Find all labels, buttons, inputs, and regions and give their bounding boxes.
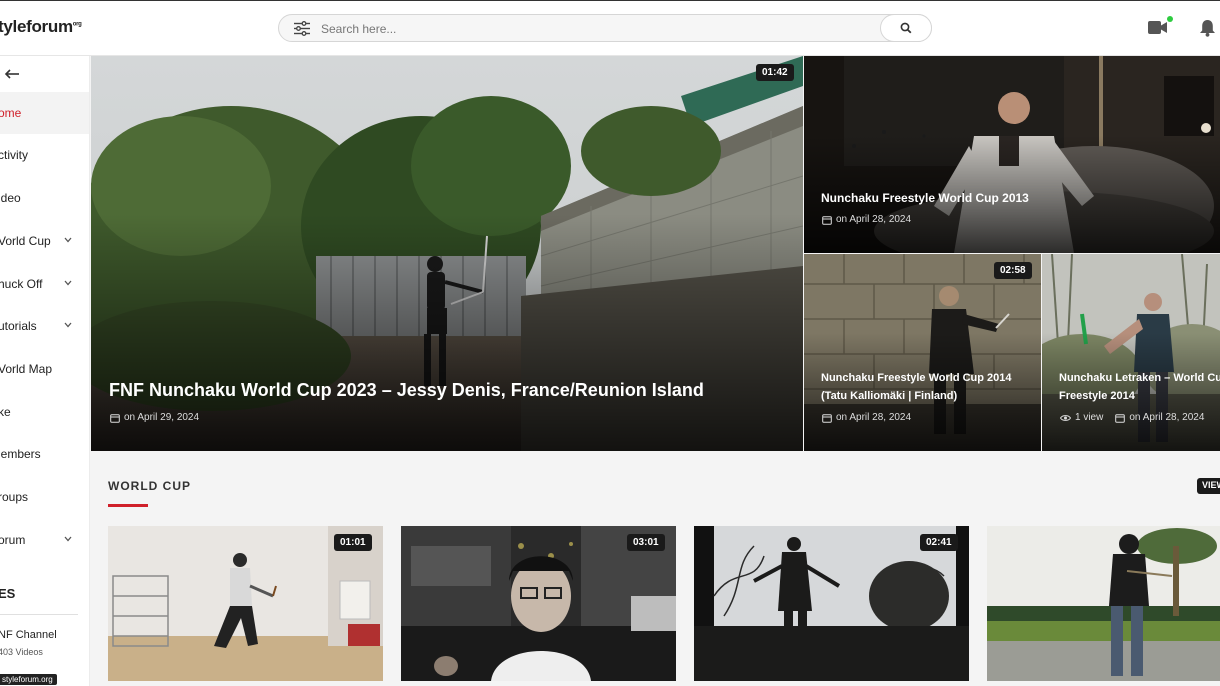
- sidebar-item-label: ideo: [0, 191, 21, 205]
- sidebar-item-forum[interactable]: orum: [0, 519, 89, 561]
- sidebar-item-activity[interactable]: ctivity: [0, 134, 89, 176]
- section-heading: WORLD CUP: [108, 479, 191, 493]
- duration-badge: 03:01: [627, 534, 665, 551]
- duration-badge: 02:41: [920, 534, 958, 551]
- calendar-icon: [110, 413, 120, 423]
- sidebar: ome ctivity ideo Vorld Cup huck Off utor…: [0, 56, 90, 686]
- search-bar: [278, 14, 932, 42]
- chevron-down-icon: [64, 322, 72, 328]
- video-date: on April 29, 2024: [124, 412, 200, 423]
- video-camera-icon: [1148, 21, 1167, 34]
- video-title[interactable]: Nunchaku Freestyle World Cup 2014 (Tatu …: [821, 369, 1036, 405]
- filter-icon[interactable]: [293, 21, 311, 41]
- video-views: 1 view: [1075, 412, 1104, 423]
- divider: [0, 614, 78, 615]
- search-icon: [900, 22, 912, 34]
- video-thumbnail: [987, 526, 1220, 681]
- featured-video-top-right[interactable]: Nunchaku Freestyle World Cup 2013 on Apr…: [804, 56, 1220, 253]
- video-card[interactable]: 02:41: [694, 526, 969, 681]
- sidebar-item-label: huck Off: [0, 277, 43, 291]
- sidebar-item-world-map[interactable]: Vorld Map: [0, 348, 89, 390]
- video-title[interactable]: FNF Nunchaku World Cup 2023 – Jessy Deni…: [109, 380, 789, 401]
- online-status-dot: [1167, 16, 1173, 22]
- url-tooltip: styleforum.org: [0, 674, 57, 685]
- search-button[interactable]: [880, 14, 932, 42]
- chevron-down-icon: [64, 536, 72, 542]
- sidebar-item-label: ctivity: [0, 148, 28, 162]
- sidebar-item-label: roups: [0, 490, 29, 504]
- video-card[interactable]: 01:01: [108, 526, 383, 681]
- video-date: on April 28, 2024: [836, 412, 912, 423]
- arrow-left-icon: [4, 69, 19, 79]
- notifications-button[interactable]: [1199, 19, 1216, 42]
- sidebar-item-label: orum: [0, 533, 26, 547]
- top-bar: tyleforumorg: [0, 0, 1220, 56]
- sidebar-item-video[interactable]: ideo: [0, 177, 89, 219]
- sidebar-item-tutorials[interactable]: utorials: [0, 305, 89, 347]
- sidebar-item-label: ke: [0, 405, 11, 419]
- duration-badge: 01:42: [756, 64, 794, 81]
- video-date: on April 28, 2024: [836, 214, 912, 225]
- view-all-button[interactable]: VIEW: [1197, 478, 1220, 494]
- chevron-down-icon: [64, 280, 72, 286]
- collapse-sidebar-button[interactable]: [4, 67, 20, 85]
- video-meta: on April 28, 2024: [822, 214, 911, 225]
- video-card[interactable]: [987, 526, 1220, 681]
- featured-video-bottom-left[interactable]: 02:58 Nunchaku Freestyle World Cup 2014 …: [804, 254, 1041, 451]
- section-underline: [108, 504, 148, 507]
- sidebar-item-members[interactable]: lembers: [0, 433, 89, 475]
- video-meta: 1 view on April 28, 2024: [1060, 412, 1204, 423]
- logo-sup: org: [72, 21, 82, 28]
- sidebar-item-label: utorials: [0, 319, 37, 333]
- logo-text: tyleforum: [0, 17, 73, 36]
- sidebar-item-home[interactable]: ome: [0, 92, 89, 134]
- upload-video-button[interactable]: [1148, 16, 1173, 40]
- channel-video-count: 403 Videos: [0, 647, 43, 657]
- channel-name[interactable]: NF Channel: [0, 629, 57, 641]
- featured-video-bottom-right[interactable]: Nunchaku Letraken – World Cup Freestyle …: [1042, 254, 1220, 451]
- video-title[interactable]: Nunchaku Freestyle World Cup 2013: [821, 190, 1211, 206]
- sidebar-item-label: lembers: [0, 447, 41, 461]
- calendar-icon: [822, 413, 832, 423]
- calendar-icon: [1115, 413, 1126, 423]
- sidebar-item-label: Vorld Cup: [0, 234, 51, 248]
- eye-icon: [1060, 414, 1071, 421]
- video-date: on April 28, 2024: [1129, 412, 1205, 423]
- video-meta: on April 28, 2024: [822, 412, 911, 423]
- sidebar-item-label: ome: [0, 106, 22, 120]
- duration-badge: 02:58: [994, 262, 1032, 279]
- chevron-down-icon: [64, 237, 72, 243]
- sidebar-section-heading: ES: [0, 586, 16, 601]
- video-card[interactable]: 03:01: [401, 526, 676, 681]
- sidebar-item-groups[interactable]: roups: [0, 476, 89, 518]
- sidebar-item-world-cup[interactable]: Vorld Cup: [0, 220, 89, 262]
- featured-video-main[interactable]: 01:42 FNF Nunchaku World Cup 2023 – Jess…: [91, 56, 803, 451]
- search-input[interactable]: [319, 19, 843, 39]
- sidebar-item-like[interactable]: ke: [0, 391, 89, 433]
- sidebar-item-label: Vorld Map: [0, 362, 53, 376]
- video-meta: on April 29, 2024: [110, 412, 199, 423]
- bell-icon: [1200, 20, 1215, 37]
- site-logo[interactable]: tyleforumorg: [0, 17, 82, 37]
- sidebar-item-chuck-off[interactable]: huck Off: [0, 263, 89, 305]
- calendar-icon: [822, 215, 832, 225]
- video-title[interactable]: Nunchaku Letraken – World Cup Freestyle …: [1059, 369, 1220, 405]
- duration-badge: 01:01: [334, 534, 372, 551]
